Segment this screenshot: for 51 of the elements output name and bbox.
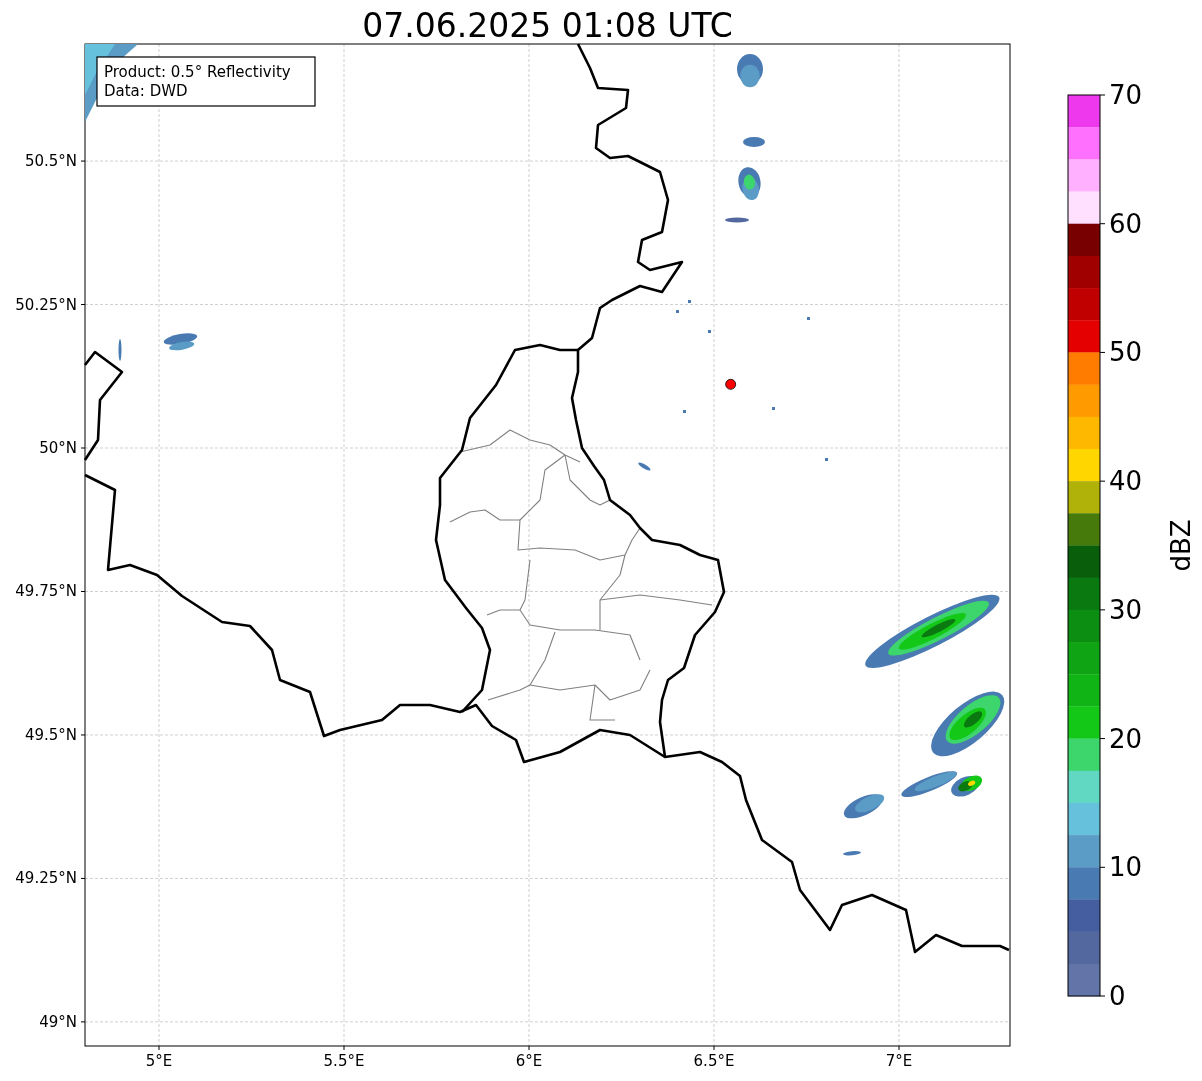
radar-echo [638, 462, 651, 471]
chart-title: 07.06.2025 01:08 UTC [362, 6, 733, 45]
colorbar-tick-label: 10 [1109, 852, 1143, 883]
colorbar-label: dBZ [1166, 519, 1196, 572]
colorbar-tick-label: 20 [1109, 723, 1143, 754]
colorbar-tick-label: 60 [1109, 208, 1143, 239]
tick-mark [80, 734, 86, 736]
tick-mark [80, 447, 86, 449]
longitude-label: 6.5°E [693, 1052, 735, 1070]
latitude-label: 49°N [39, 1012, 77, 1031]
latitude-label: 49.25°N [15, 869, 77, 888]
radar-echo [683, 410, 686, 413]
latitude-label: 50°N [39, 439, 77, 457]
radar-echo [118, 339, 122, 361]
colorbar-tick-label: 40 [1109, 466, 1143, 497]
radar-echo [738, 167, 761, 201]
colorbar-tick-label: 0 [1109, 981, 1126, 1011]
radar-echo [163, 333, 198, 351]
radar-echo [772, 407, 775, 410]
latitude-label: 49.5°N [24, 725, 77, 744]
tick-mark [80, 877, 86, 879]
longitude-label: 6°E [515, 1052, 543, 1070]
radar-echo [825, 458, 828, 461]
tick-mark [80, 160, 86, 162]
colorbar-tick-label: 50 [1109, 337, 1143, 368]
tick-mark [713, 1045, 715, 1051]
radar-echo [843, 794, 885, 819]
longitude-label: 7°E [885, 1052, 913, 1070]
longitude-label: 5.5°E [323, 1052, 365, 1070]
radar-echo [708, 330, 711, 333]
radar-echo [737, 54, 763, 88]
radar-echo [725, 217, 749, 223]
tick-mark [80, 304, 86, 306]
tick-mark [528, 1045, 530, 1051]
colorbar-tick-label: 70 [1109, 80, 1143, 110]
longitude-label: 5°E [145, 1052, 173, 1070]
info-box: Product: 0.5° Reflectivity Data: DWD [96, 56, 316, 107]
radar-echo [743, 137, 765, 147]
latitude-label: 49.75°N [15, 582, 77, 601]
tick-mark [158, 1045, 160, 1051]
tick-mark [898, 1045, 900, 1051]
radar-echo [688, 300, 691, 303]
tick-mark [80, 1021, 86, 1023]
radar-echo [676, 310, 679, 313]
latitude-label: 50.25°N [15, 295, 77, 314]
radar-echo [843, 851, 861, 856]
latitude-label: 50.5°N [24, 152, 77, 171]
tick-mark [80, 591, 86, 592]
radar-echo [807, 317, 810, 320]
tick-mark [343, 1045, 345, 1051]
colorbar-tick-label: 30 [1109, 594, 1143, 625]
